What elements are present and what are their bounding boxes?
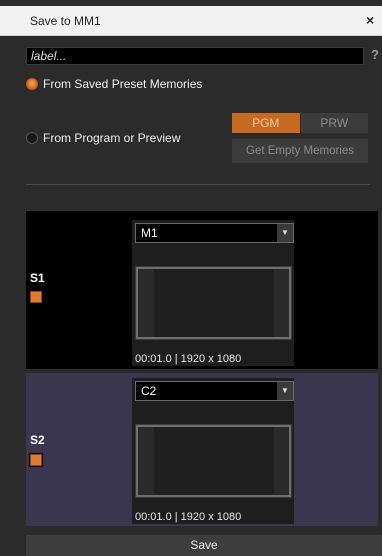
chevron-down-icon[interactable]: ▼: [277, 224, 293, 242]
memory-meta: 00:01.0 | 1920 x 1080: [135, 511, 242, 523]
preview-image: [154, 269, 274, 337]
chevron-down-icon[interactable]: ▼: [277, 382, 293, 400]
memory-card: C2 ▼ 00:01.0 | 1920 x 1080: [132, 378, 294, 524]
radio-from-saved-presets[interactable]: From Saved Preset Memories: [26, 76, 202, 92]
memory-select[interactable]: M1 ▼: [135, 223, 294, 243]
section-divider: [26, 184, 370, 185]
prw-button[interactable]: PRW: [300, 113, 368, 133]
dialog-titlebar: Save to MM1 ×: [0, 6, 382, 36]
preview-image: [154, 427, 274, 495]
save-dialog: Save to MM1 × ? From Saved Preset Memori…: [0, 0, 382, 556]
slot-label: S2: [30, 433, 45, 447]
radio-from-program-preview[interactable]: From Program or Preview: [26, 130, 180, 146]
memory-preview: [135, 424, 292, 498]
pgm-button[interactable]: PGM: [232, 113, 300, 133]
get-empty-memories-button[interactable]: Get Empty Memories: [232, 139, 368, 163]
memory-meta: 00:01.0 | 1920 x 1080: [135, 353, 242, 365]
preview-frame: [136, 425, 291, 497]
help-icon[interactable]: ?: [371, 47, 379, 62]
bus-toggle: PGM PRW: [232, 113, 368, 133]
radio-label: From Program or Preview: [43, 131, 181, 145]
radio-label: From Saved Preset Memories: [43, 77, 203, 91]
close-icon[interactable]: ×: [366, 12, 374, 28]
slot-label: S1: [30, 271, 45, 285]
dialog-title: Save to MM1: [30, 14, 101, 28]
radio-unselected-icon[interactable]: [26, 132, 38, 144]
save-button[interactable]: Save: [26, 535, 382, 556]
slot-checkbox[interactable]: [30, 454, 42, 466]
preview-frame: [136, 267, 291, 339]
slot-s1: S1 M1 ▼ 00:01.0 | 1920 x 1080: [26, 211, 378, 369]
memory-select-value: M1: [141, 226, 158, 240]
slot-s2: S2 C2 ▼ 00:01.0 | 1920 x 1080: [26, 373, 378, 526]
label-input[interactable]: [26, 47, 364, 65]
radio-selected-icon[interactable]: [26, 78, 38, 90]
memory-select-value: C2: [141, 384, 157, 398]
memory-card: M1 ▼ 00:01.0 | 1920 x 1080: [132, 220, 294, 366]
slot-checkbox[interactable]: [30, 291, 42, 303]
memory-select[interactable]: C2 ▼: [135, 381, 294, 401]
memory-preview: [135, 266, 292, 340]
